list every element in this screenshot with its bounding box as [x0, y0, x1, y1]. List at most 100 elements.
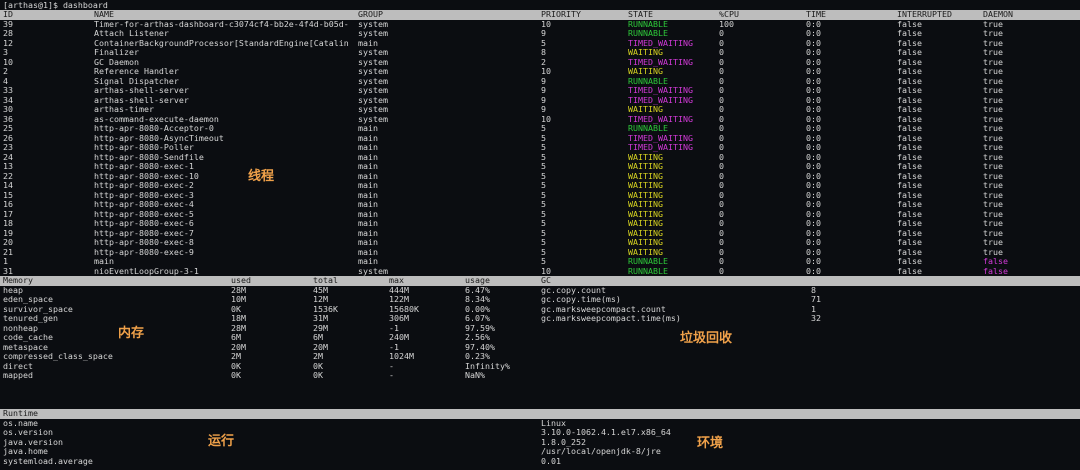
cell-col-daemon: true [983, 171, 1003, 181]
memory-cell: 1024M [389, 352, 414, 361]
cell-col-cpu: 0 [719, 219, 724, 228]
memory-cell: 29M [313, 323, 328, 333]
memory-cell: metaspace [3, 342, 48, 352]
memory-row: tenured_gen 18M 31M 306M 6.07% gc.marksweepco… [0, 314, 1080, 324]
cell-col-interrupted: false [897, 95, 922, 105]
cell-col-daemon: true [983, 76, 1003, 86]
cell-col-state: WAITING [628, 67, 663, 76]
cell-col-interrupted: false [897, 228, 922, 238]
cell-col-id: 4 [3, 76, 8, 86]
cell-col-time: 0:0 [806, 19, 821, 29]
cell-col-id: 17 [3, 209, 13, 219]
cell-col-time: 0:0 [806, 247, 821, 257]
cell-col-daemon: true [983, 29, 1003, 38]
runtime-row: systemload.average 0.01 [0, 457, 1080, 467]
cell-col-cpu: 0 [719, 247, 724, 257]
cell-col-name: nioEventLoopGroup-3-1 [94, 266, 199, 276]
cell-col-id: 31 [3, 266, 13, 276]
cell-col-interrupted: false [897, 19, 922, 29]
cell-col-priority: 5 [541, 200, 546, 209]
cell-col-group: main [358, 143, 378, 152]
cell-col-id: 30 [3, 105, 13, 114]
memory-cell: 6.07% [465, 314, 490, 323]
table-row: 31 nioEventLoopGroup-3-1 system 10 RUNNABLE 0… [0, 267, 1080, 277]
table-row: 33 arthas-shell-server system 9 TIMED_WAITIN… [0, 86, 1080, 96]
memory-cell: 28M [231, 285, 246, 295]
cell-col-group: system [358, 67, 388, 76]
cell-col-name: http-apr-8080-exec-5 [94, 209, 194, 219]
cell-col-name: http-apr-8080-exec-3 [94, 190, 194, 200]
cell-col-id: 22 [3, 171, 13, 181]
cell-col-name: Signal Dispatcher [94, 76, 179, 86]
memory-cell: 97.59% [465, 323, 495, 333]
memory-cell: 2M [313, 352, 323, 361]
memory-cell: 12M [313, 295, 328, 304]
cell-col-id: 12 [3, 38, 13, 48]
cell-col-cpu: 0 [719, 266, 724, 276]
table-row: 13 http-apr-8080-exec-1 main 5 WAITING 0 0:0 fa… [0, 162, 1080, 172]
cell-col-state: WAITING [628, 228, 663, 238]
cell-col-interrupted: false [897, 86, 922, 95]
cell-col-id: 15 [3, 190, 13, 200]
memory-cell: 2M [231, 352, 241, 361]
memory-cell: 0K [313, 371, 323, 380]
memory-header-cell: total [313, 276, 338, 285]
cell-col-cpu: 0 [719, 124, 724, 133]
memory-row: compressed_class_space 2M 2M 1024M 0.23% [0, 352, 1080, 362]
cell-col-id: 16 [3, 200, 13, 209]
cell-col-state: TIMED_WAITING [628, 133, 693, 143]
cell-col-name: Timer-for-arthas-dashboard-c3074cf4-bb2e… [94, 19, 349, 29]
cell-col-priority: 5 [541, 228, 546, 238]
cell-col-interrupted: false [897, 247, 922, 257]
cell-col-state: RUNNABLE [628, 266, 668, 276]
cell-col-state: WAITING [628, 219, 663, 228]
cell-col-priority: 9 [541, 95, 546, 105]
cell-col-name: http-apr-8080-exec-10 [94, 171, 199, 181]
cell-col-cpu: 100 [719, 19, 734, 29]
cell-col-state: RUNNABLE [628, 19, 668, 29]
cell-col-priority: 10 [541, 67, 551, 76]
cell-col-state: WAITING [628, 162, 663, 171]
cell-col-id: 13 [3, 162, 13, 171]
cell-col-state: WAITING [628, 209, 663, 219]
memory-cell: 97.40% [465, 342, 495, 352]
memory-cell: code_cache [3, 333, 53, 342]
cell-col-group: system [358, 105, 388, 114]
memory-row: eden_space 10M 12M 122M 8.34% gc.copy.time(ms… [0, 295, 1080, 305]
cell-col-id: 28 [3, 29, 13, 38]
cell-col-interrupted: false [897, 48, 922, 57]
gc-value: 1 [811, 304, 816, 314]
memory-cell: 18M [231, 314, 246, 323]
memory-row: metaspace 20M 20M -1 97.40% [0, 343, 1080, 353]
memory-row: direct 0K 0K - Infinity% [0, 362, 1080, 372]
cell-col-time: 0:0 [806, 76, 821, 86]
cell-col-daemon: true [983, 38, 1003, 48]
cell-col-interrupted: false [897, 238, 922, 247]
cell-col-group: system [358, 29, 388, 38]
header-col-name: NAME [94, 10, 114, 19]
cell-col-group: main [358, 257, 378, 266]
cell-col-time: 0:0 [806, 200, 821, 209]
memory-cell: 20M [231, 342, 246, 352]
memory-cell: 6.47% [465, 285, 490, 295]
cell-col-daemon: true [983, 105, 1003, 114]
memory-cell: 45M [313, 285, 328, 295]
table-row: 17 http-apr-8080-exec-5 main 5 WAITING 0 0:0 fa… [0, 210, 1080, 220]
memory-cell: survivor_space [3, 304, 73, 314]
memory-cell: 15680K [389, 304, 419, 314]
cell-col-interrupted: false [897, 190, 922, 200]
cell-col-group: main [358, 152, 378, 162]
cell-col-interrupted: false [897, 124, 922, 133]
cell-col-group: system [358, 76, 388, 86]
cell-col-cpu: 0 [719, 57, 724, 67]
cell-col-priority: 5 [541, 38, 546, 48]
memory-cell: 306M [389, 314, 409, 323]
cell-col-cpu: 0 [719, 162, 724, 171]
cell-col-state: RUNNABLE [628, 76, 668, 86]
cell-col-daemon: true [983, 162, 1003, 171]
cell-col-time: 0:0 [806, 95, 821, 105]
table-row: 2 Reference Handler system 10 WAITING 0 0:0 fal… [0, 67, 1080, 77]
cell-col-cpu: 0 [719, 76, 724, 86]
cell-col-group: system [358, 95, 388, 105]
cell-col-group: system [358, 266, 388, 276]
